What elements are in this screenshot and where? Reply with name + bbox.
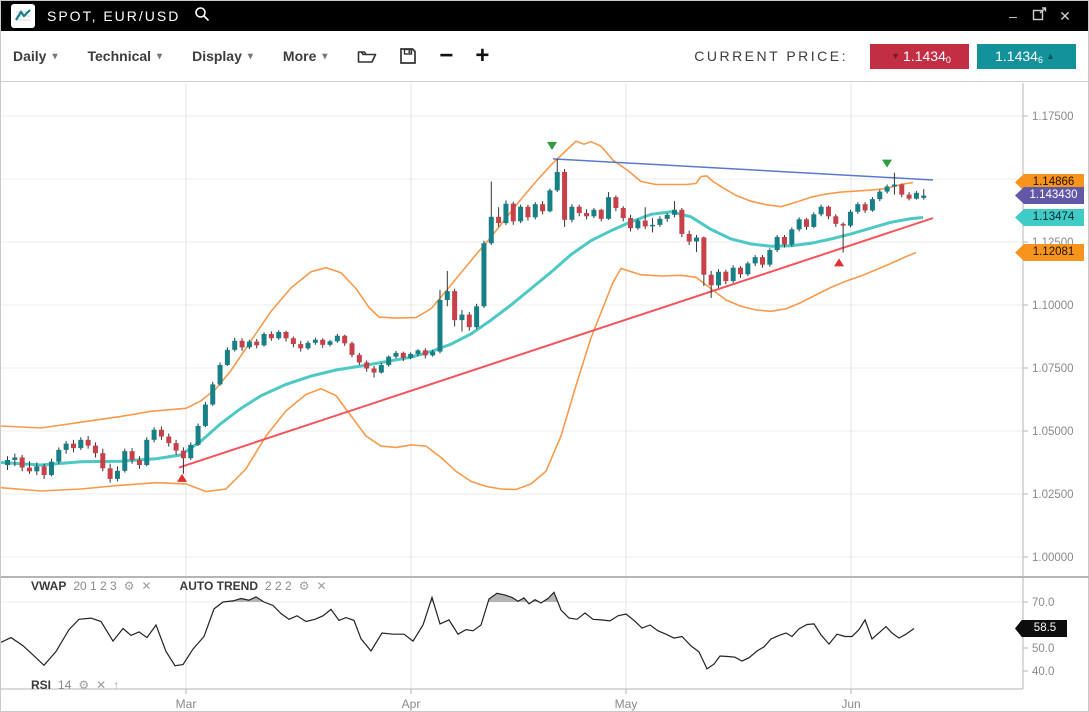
chevron-down-icon: ▾ bbox=[157, 51, 162, 62]
app-window: SPOT, EUR/USD – ✕ Daily▾ Technical▾ Disp… bbox=[0, 0, 1089, 712]
close-icon[interactable]: ✕ bbox=[96, 678, 106, 692]
arrow-up-icon: ▲ bbox=[1046, 51, 1055, 61]
close-icon[interactable]: ✕ bbox=[141, 579, 151, 593]
vwap-indicator-row: VWAP 20 1 2 3 ⚙ ✕ AUTO TREND 2 2 2 ⚙ ✕ bbox=[31, 579, 327, 593]
window-title: SPOT, EUR/USD bbox=[47, 8, 180, 24]
chevron-down-icon: ▾ bbox=[322, 51, 327, 62]
vwap-params: 20 1 2 3 bbox=[73, 579, 116, 593]
current-price-label: CURRENT PRICE: bbox=[694, 48, 848, 64]
rsi-label: RSI bbox=[31, 678, 51, 692]
price-flag: 1.143430 bbox=[1015, 187, 1084, 204]
chart-region: 1.175001.150001.125001.100001.075001.050… bbox=[1, 83, 1089, 712]
vwap-line bbox=[1, 212, 923, 465]
price-chart[interactable]: 1.175001.150001.125001.100001.075001.050… bbox=[1, 83, 1089, 712]
expand-arrow-icon[interactable]: ↑ bbox=[113, 678, 119, 692]
buy-price-badge: 1.14346 ▲ bbox=[977, 44, 1076, 69]
menu-technical[interactable]: Technical▾ bbox=[88, 48, 163, 64]
toolbar: Daily▾ Technical▾ Display▾ More▾ − + CUR… bbox=[1, 31, 1088, 82]
arrow-down-icon: ▼ bbox=[891, 51, 900, 61]
resistance-trendline bbox=[553, 159, 933, 180]
gear-icon[interactable]: ⚙ bbox=[78, 678, 89, 692]
rsi-pane bbox=[1, 592, 914, 689]
menu-daily[interactable]: Daily▾ bbox=[13, 48, 58, 64]
bollinger-upper-band bbox=[1, 141, 913, 428]
search-icon[interactable] bbox=[194, 6, 210, 27]
svg-text:50.0: 50.0 bbox=[1032, 643, 1054, 655]
vwap-label: VWAP bbox=[31, 579, 66, 593]
svg-text:Jun: Jun bbox=[841, 697, 860, 711]
svg-text:Mar: Mar bbox=[176, 697, 197, 711]
zoom-in-button[interactable]: + bbox=[475, 46, 489, 66]
svg-text:1.10000: 1.10000 bbox=[1032, 300, 1074, 312]
menu-display[interactable]: Display▾ bbox=[192, 48, 253, 64]
svg-text:40.0: 40.0 bbox=[1032, 666, 1054, 678]
chevron-down-icon: ▾ bbox=[248, 51, 253, 62]
menu-more[interactable]: More▾ bbox=[283, 48, 327, 64]
sell-price-badge: ▼ 1.14340 bbox=[870, 44, 969, 69]
price-flag: 1.13474 bbox=[1015, 209, 1084, 226]
autotrend-label: AUTO TREND bbox=[180, 579, 258, 593]
rsi-value-flag: 58.5 bbox=[1015, 620, 1067, 637]
svg-text:1.02500: 1.02500 bbox=[1032, 489, 1074, 501]
app-logo-icon bbox=[11, 4, 35, 28]
gear-icon[interactable]: ⚙ bbox=[299, 579, 310, 593]
svg-text:1.05000: 1.05000 bbox=[1032, 426, 1074, 438]
popout-button[interactable] bbox=[1026, 7, 1052, 25]
minimize-button[interactable]: – bbox=[1000, 8, 1026, 24]
chevron-down-icon: ▾ bbox=[52, 51, 57, 62]
rsi-indicator-row: RSI 14 ⚙ ✕ ↑ bbox=[31, 678, 119, 692]
save-icon[interactable] bbox=[399, 47, 417, 65]
svg-text:1.00000: 1.00000 bbox=[1032, 552, 1074, 564]
svg-text:May: May bbox=[615, 697, 638, 711]
open-folder-icon[interactable] bbox=[357, 47, 377, 65]
candles bbox=[5, 159, 926, 483]
price-flag: 1.12081 bbox=[1015, 244, 1084, 261]
close-icon[interactable]: ✕ bbox=[316, 579, 326, 593]
autotrend-params: 2 2 2 bbox=[265, 579, 292, 593]
rsi-line bbox=[1, 592, 914, 669]
bollinger-lower-band bbox=[1, 253, 916, 492]
close-button[interactable]: ✕ bbox=[1052, 8, 1078, 25]
svg-text:Apr: Apr bbox=[402, 697, 421, 711]
svg-text:1.17500: 1.17500 bbox=[1032, 111, 1074, 123]
title-bar: SPOT, EUR/USD – ✕ bbox=[1, 1, 1088, 31]
svg-text:1.07500: 1.07500 bbox=[1032, 363, 1074, 375]
svg-text:70.0: 70.0 bbox=[1032, 597, 1054, 609]
gear-icon[interactable]: ⚙ bbox=[124, 579, 135, 593]
rsi-params: 14 bbox=[58, 678, 71, 692]
zoom-out-button[interactable]: − bbox=[439, 46, 453, 66]
